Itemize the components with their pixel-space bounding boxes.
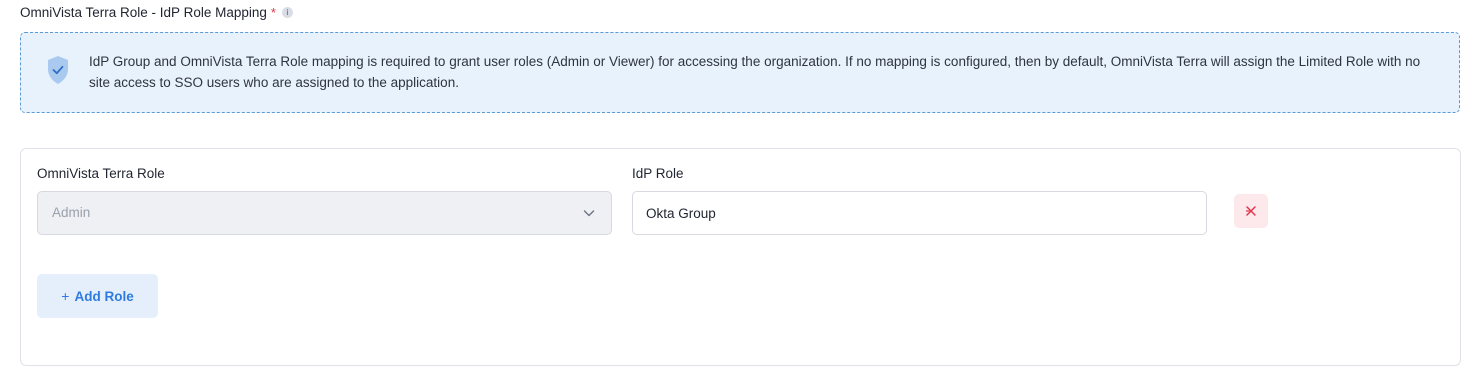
omnivista-role-select[interactable]: Admin xyxy=(37,191,612,235)
remove-x-icon xyxy=(1245,206,1256,216)
plus-icon: + xyxy=(61,288,70,304)
idp-role-label: IdP Role xyxy=(632,166,684,181)
notice-text: IdP Group and OmniVista Terra Role mappi… xyxy=(89,54,1421,90)
section-title-text: OmniVista Terra Role - IdP Role Mapping xyxy=(20,4,267,20)
omnivista-role-label: OmniVista Terra Role xyxy=(37,166,165,181)
chevron-down-icon xyxy=(583,210,595,217)
required-marker: * xyxy=(270,4,276,20)
info-notice: IdP Group and OmniVista Terra Role mappi… xyxy=(20,32,1460,113)
idp-role-input[interactable] xyxy=(632,191,1207,235)
role-mapping-card: OmniVista Terra Role IdP Role Admin + Ad… xyxy=(20,148,1461,366)
remove-mapping-button[interactable] xyxy=(1234,194,1268,228)
info-icon[interactable]: i xyxy=(281,6,293,18)
omnivista-role-value: Admin xyxy=(52,205,91,220)
add-role-button[interactable]: + Add Role xyxy=(37,274,158,318)
shield-check-icon xyxy=(48,56,68,84)
add-role-label: Add Role xyxy=(74,288,134,304)
section-title: OmniVista Terra Role - IdP Role Mapping … xyxy=(20,3,293,21)
